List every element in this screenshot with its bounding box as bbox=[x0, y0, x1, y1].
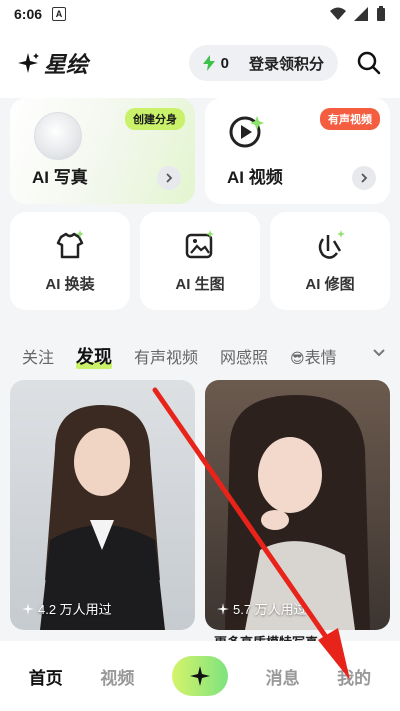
top-feature-cards: 创建分身 AI 写真 有声视频 AI 视频 bbox=[10, 98, 390, 204]
voiced-video-badge: 有声视频 bbox=[320, 108, 380, 130]
category-tabs: 关注 发现 有声视频 网感照 😎表情 bbox=[0, 336, 400, 376]
header: 星绘 0 登录领积分 bbox=[0, 28, 400, 98]
login-points-link[interactable]: 登录领积分 bbox=[249, 53, 324, 74]
ai-retouch-label: AI 修图 bbox=[305, 275, 355, 293]
ai-outfit-label: AI 换装 bbox=[45, 275, 95, 293]
image-icon bbox=[185, 229, 214, 258]
bottom-nav: 首页 视频 消息 我的 bbox=[0, 641, 400, 711]
points-pill[interactable]: 0 登录领积分 bbox=[188, 45, 338, 81]
sparkle-icon bbox=[189, 666, 210, 686]
chevron-down-icon[interactable] bbox=[372, 346, 386, 365]
search-icon bbox=[357, 51, 381, 75]
feed-card[interactable]: 4.2 万人用过 bbox=[10, 380, 195, 630]
signal-icon bbox=[354, 7, 368, 21]
video-play-icon bbox=[227, 112, 267, 157]
status-time: 6:06 bbox=[14, 6, 43, 22]
ai-generate-label: AI 生图 bbox=[175, 275, 225, 293]
notification-icon: A bbox=[52, 7, 67, 21]
status-icons bbox=[330, 6, 386, 22]
chevron-right-icon bbox=[352, 166, 376, 190]
ai-video-card[interactable]: 有声视频 AI 视频 bbox=[205, 98, 390, 204]
ai-generate-card[interactable]: AI 生图 bbox=[140, 212, 260, 310]
ai-portrait-label: AI 写真 bbox=[32, 168, 88, 187]
ai-outfit-card[interactable]: AI 换装 bbox=[10, 212, 130, 310]
app-name: 星绘 bbox=[44, 52, 89, 77]
portrait-avatar bbox=[34, 112, 82, 160]
chevron-right-icon bbox=[157, 166, 181, 190]
shirt-icon bbox=[56, 229, 84, 258]
portrait-image bbox=[40, 405, 165, 630]
app-logo[interactable]: 星绘 bbox=[16, 47, 88, 79]
tab-trendy-photo[interactable]: 网感照 bbox=[220, 344, 268, 368]
battery-icon bbox=[377, 6, 385, 21]
tab-emoji[interactable]: 😎表情 bbox=[290, 344, 337, 368]
usage-stat: 4.2 万人用过 bbox=[22, 599, 112, 618]
sunglasses-emoji-icon: 😎 bbox=[290, 350, 305, 366]
create-avatar-badge: 创建分身 bbox=[125, 108, 185, 130]
create-button[interactable] bbox=[171, 656, 228, 696]
ai-retouch-card[interactable]: AI 修图 bbox=[270, 212, 390, 310]
wifi-icon bbox=[330, 7, 346, 20]
sparkle-icon bbox=[22, 602, 34, 615]
tab-voiced-video[interactable]: 有声视频 bbox=[134, 344, 198, 368]
sparkle-icon bbox=[18, 53, 39, 73]
tab-follow[interactable]: 关注 bbox=[22, 344, 54, 368]
lightning-icon bbox=[202, 55, 215, 71]
nav-home[interactable]: 首页 bbox=[29, 664, 63, 689]
nav-mine[interactable]: 我的 bbox=[337, 664, 371, 689]
tab-emoji-label: 表情 bbox=[304, 350, 337, 367]
ai-portrait-card[interactable]: 创建分身 AI 写真 bbox=[10, 98, 195, 204]
search-button[interactable] bbox=[354, 48, 384, 78]
sparkle-icon bbox=[217, 602, 229, 615]
nav-video[interactable]: 视频 bbox=[100, 664, 134, 689]
usage-stat: 5.7 万人用过 bbox=[217, 599, 307, 618]
feed-card[interactable]: 5.7 万人用过 bbox=[205, 380, 390, 630]
feed: 4.2 万人用过 5.7 万人用过 bbox=[10, 380, 390, 630]
status-bar: 6:06 A bbox=[0, 0, 400, 28]
retouch-icon bbox=[318, 229, 345, 259]
small-feature-cards: AI 换装 AI 生图 AI 修图 bbox=[10, 212, 390, 310]
points-count: 0 bbox=[220, 54, 229, 72]
portrait-image bbox=[225, 395, 370, 630]
ai-video-label: AI 视频 bbox=[227, 168, 283, 187]
nav-messages[interactable]: 消息 bbox=[266, 664, 300, 689]
tab-discover[interactable]: 发现 bbox=[76, 343, 113, 369]
